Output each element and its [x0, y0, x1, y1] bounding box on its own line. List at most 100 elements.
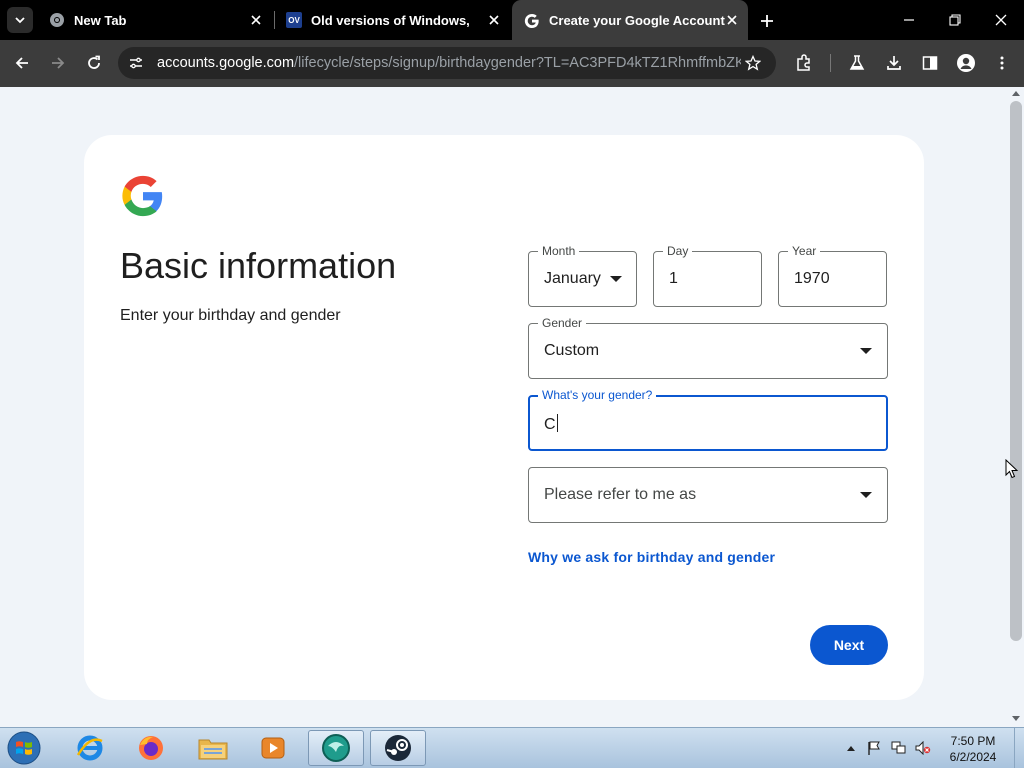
google-logo-icon: [122, 175, 163, 217]
plus-icon: [761, 15, 773, 27]
site-info-icon[interactable]: [127, 54, 145, 72]
month-select[interactable]: Month January: [528, 243, 637, 307]
chrome-icon: [49, 12, 65, 28]
flag-icon: [868, 741, 880, 755]
forward-button[interactable]: [47, 52, 69, 74]
volume-muted-icon: [915, 741, 931, 755]
year-field[interactable]: Year 1970: [778, 243, 887, 307]
tab-old-versions[interactable]: OV Old versions of Windows, Mac: [278, 0, 510, 40]
gender-label: Gender: [538, 315, 587, 331]
dropdown-arrow-icon: [610, 276, 622, 282]
gender-select[interactable]: Gender Custom: [528, 315, 888, 379]
page-subtitle: Enter your birthday and gender: [120, 307, 341, 324]
taskbar-file-explorer[interactable]: [185, 730, 241, 766]
profile-button[interactable]: [955, 52, 977, 74]
tab-search-button[interactable]: [7, 7, 33, 33]
side-panel-icon: [922, 56, 938, 70]
chevron-up-icon: [847, 746, 855, 751]
taskbar-open-app[interactable]: [308, 730, 364, 766]
reload-button[interactable]: [83, 52, 105, 74]
pronoun-placeholder: Please refer to me as: [544, 486, 697, 503]
day-value: 1: [669, 270, 678, 287]
reload-icon: [88, 55, 100, 69]
steam-icon: [385, 735, 411, 761]
taskbar-media-player[interactable]: [245, 730, 301, 766]
labs-button[interactable]: [846, 52, 868, 74]
taskbar-firefox[interactable]: [123, 730, 179, 766]
address-bar[interactable]: accounts.google.com/lifecycle/steps/sign…: [118, 47, 776, 79]
taskbar-internet-explorer[interactable]: [62, 730, 118, 766]
next-button[interactable]: Next: [810, 625, 888, 665]
show-hidden-icons-button[interactable]: [843, 740, 859, 756]
downloads-button[interactable]: [883, 52, 905, 74]
close-icon: [995, 14, 1007, 26]
firefox-icon: [139, 736, 163, 760]
tab-new-tab[interactable]: New Tab: [40, 0, 272, 40]
restore-icon: [949, 14, 961, 26]
toolbar-divider: [830, 54, 831, 72]
side-panel-button[interactable]: [919, 52, 941, 74]
chevron-down-icon: [15, 17, 25, 24]
gender-value: Custom: [544, 342, 600, 359]
tab-create-google-account[interactable]: Create your Google Account: [512, 0, 748, 41]
taskbar-steam[interactable]: [370, 730, 426, 766]
tab-title: Create your Google Account: [549, 13, 725, 28]
dropdown-arrow-icon: [860, 348, 872, 354]
url-host: accounts.google.com: [157, 55, 295, 71]
year-value: 1970: [794, 270, 830, 287]
text-caret: [556, 414, 558, 432]
network-icon: [891, 741, 906, 754]
media-player-icon: [261, 737, 285, 759]
url-path: /lifecycle/steps/signup/birthdaygender?T…: [294, 55, 741, 71]
volume-tray[interactable]: [915, 740, 931, 756]
profile-avatar-icon: [957, 54, 975, 72]
pronoun-select[interactable]: Please refer to me as: [528, 467, 888, 523]
url-text: accounts.google.com/lifecycle/steps/sign…: [157, 55, 741, 71]
page-scrollbar[interactable]: [1008, 87, 1024, 727]
mouse-cursor-icon: [1005, 459, 1019, 479]
why-we-ask-link[interactable]: Why we ask for birthday and gender: [528, 549, 775, 565]
minimize-icon: [904, 19, 914, 21]
network-tray[interactable]: [891, 740, 907, 756]
minimize-button[interactable]: [898, 10, 920, 30]
scrollbar-thumb[interactable]: [1010, 101, 1022, 641]
custom-gender-input[interactable]: What's your gender? C: [528, 387, 888, 451]
day-field[interactable]: Day 1: [653, 243, 762, 307]
new-tab-button[interactable]: [757, 11, 777, 31]
menu-button[interactable]: [991, 52, 1013, 74]
bookmark-star-icon[interactable]: [744, 54, 762, 72]
year-label: Year: [788, 243, 821, 259]
start-button[interactable]: [4, 730, 44, 766]
internet-explorer-icon: [76, 735, 103, 761]
show-desktop-button[interactable]: [1014, 728, 1024, 768]
close-tab-icon[interactable]: [487, 13, 501, 27]
page-title: Basic information: [120, 245, 397, 286]
scroll-down-arrow-icon[interactable]: [1012, 716, 1020, 721]
tab-title: Old versions of Windows, Mac: [311, 12, 474, 28]
close-window-button[interactable]: [990, 10, 1012, 30]
clock-time: 7:50 PM: [950, 734, 996, 748]
forward-arrow-icon: [52, 57, 65, 69]
flask-icon: [849, 55, 865, 70]
taskbar-clock[interactable]: 7:50 PM 6/2/2024: [938, 733, 1008, 765]
google-favicon: [524, 13, 540, 29]
extensions-button[interactable]: [793, 52, 815, 74]
back-button[interactable]: [11, 52, 33, 74]
close-tab-icon[interactable]: [249, 13, 263, 27]
tab-strip: New Tab OV Old versions of Windows, Mac …: [0, 0, 1024, 41]
clock-date: 6/2/2024: [949, 750, 997, 764]
month-value: January: [544, 270, 601, 287]
windows-start-icon: [7, 731, 41, 765]
restore-button[interactable]: [944, 10, 966, 30]
page-viewport: Basic information Enter your birthday an…: [0, 87, 1024, 727]
dropdown-arrow-icon: [860, 492, 872, 498]
file-explorer-icon: [198, 739, 228, 760]
scroll-up-arrow-icon[interactable]: [1012, 91, 1020, 96]
kebab-menu-icon: [1000, 56, 1004, 70]
tab-title: New Tab: [74, 12, 127, 28]
close-tab-icon[interactable]: [725, 13, 739, 27]
download-icon: [887, 56, 901, 70]
action-center-tray[interactable]: [866, 740, 882, 756]
tab-divider: [274, 11, 275, 29]
signup-card: Basic information Enter your birthday an…: [84, 135, 924, 700]
